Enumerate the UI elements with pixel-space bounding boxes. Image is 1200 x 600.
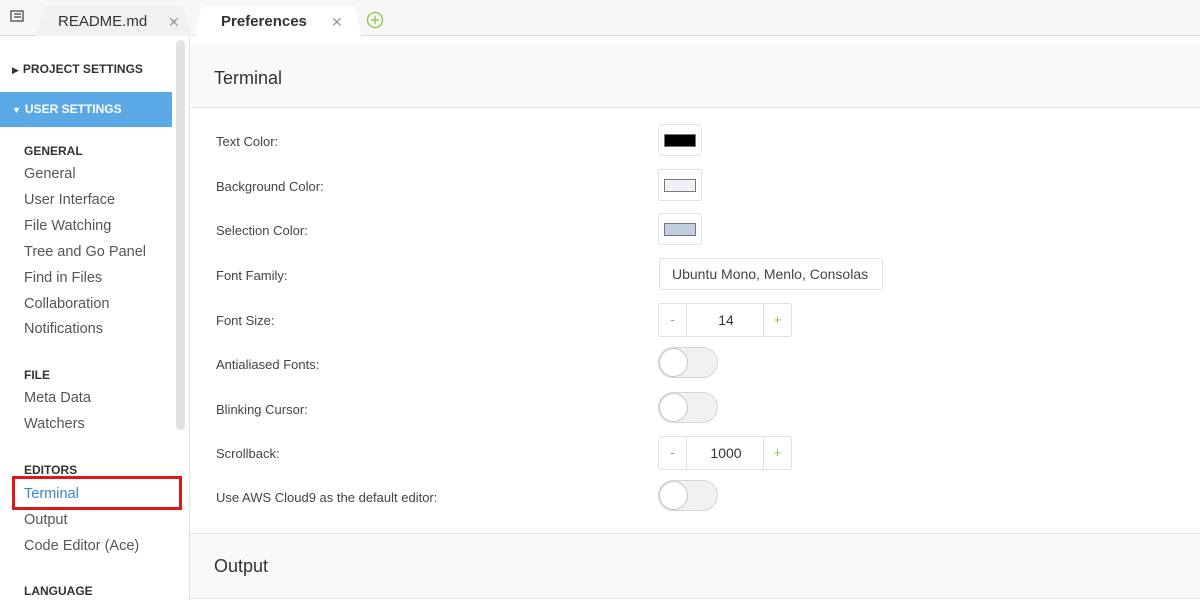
sidebar-item-tree-and-go-panel[interactable]: Tree and Go Panel (24, 244, 146, 260)
background-color-picker[interactable] (658, 169, 702, 201)
section-label: USER SETTINGS (24, 102, 122, 116)
group-heading-language: LANGUAGE (24, 584, 93, 598)
color-swatch (664, 134, 696, 147)
sidebar-item-code-editor-ace[interactable]: Code Editor (Ace) (24, 538, 139, 554)
caret-right-icon: ▶ (12, 65, 19, 75)
increment-button[interactable]: + (763, 437, 791, 469)
blinking-cursor-label: Blinking Cursor: (216, 402, 308, 417)
decrement-button[interactable]: - (659, 437, 687, 469)
tab-preferences[interactable]: Preferences ✕ (194, 6, 362, 37)
color-swatch (664, 223, 696, 236)
font-size-stepper[interactable]: - 14 + (658, 303, 792, 337)
tab-readme[interactable]: README.md ✕ (36, 6, 192, 36)
sidebar-item-find-in-files[interactable]: Find in Files (24, 270, 102, 286)
section-label: PROJECT SETTINGS (22, 62, 143, 76)
default-editor-toggle[interactable] (658, 480, 718, 511)
background-color-label: Background Color: (216, 179, 324, 194)
sidebar-scrollbar[interactable] (176, 40, 185, 430)
terminal-section-header: Terminal (190, 42, 1200, 108)
close-icon[interactable]: ✕ (168, 7, 180, 36)
sidebar-item-file-watching[interactable]: File Watching (24, 218, 111, 234)
tab-label: Preferences (221, 13, 307, 30)
selection-highlight-box (12, 476, 182, 510)
toggle-knob (659, 348, 688, 377)
antialiased-fonts-toggle[interactable] (658, 347, 718, 378)
selection-color-label: Selection Color: (216, 223, 308, 238)
font-family-input[interactable] (659, 258, 883, 290)
add-tab-icon[interactable] (366, 11, 384, 29)
scrollback-stepper[interactable]: - 1000 + (658, 436, 792, 470)
antialiased-fonts-label: Antialiased Fonts: (216, 357, 320, 372)
sidebar-item-watchers[interactable]: Watchers (24, 416, 85, 432)
section-title: Terminal (214, 68, 283, 88)
scrollback-value[interactable]: 1000 (687, 437, 765, 469)
blinking-cursor-toggle[interactable] (658, 392, 718, 423)
decrement-button[interactable]: - (659, 304, 687, 336)
preferences-content: Terminal Text Color: Background Color: S… (190, 36, 1200, 600)
sidebar-item-user-interface[interactable]: User Interface (24, 192, 115, 208)
text-color-label: Text Color: (216, 134, 279, 149)
sidebar-item-collaboration[interactable]: Collaboration (24, 296, 109, 312)
scrollback-label: Scrollback: (216, 446, 280, 461)
sidebar-item-meta-data[interactable]: Meta Data (24, 390, 91, 406)
group-heading-general: GENERAL (24, 144, 83, 158)
project-settings-section[interactable]: ▶ PROJECT SETTINGS (0, 54, 172, 84)
toggle-knob (659, 393, 688, 422)
toggle-knob (659, 481, 688, 510)
user-settings-section[interactable]: ▼ USER SETTINGS (0, 92, 172, 127)
color-swatch (664, 179, 696, 192)
preferences-sidebar: ▶ PROJECT SETTINGS ▼ USER SETTINGS GENERAL… (0, 36, 190, 600)
tab-label: README.md (58, 13, 148, 30)
font-size-value[interactable]: 14 (687, 304, 765, 336)
caret-down-icon: ▼ (12, 105, 21, 115)
font-family-label: Font Family: (216, 268, 288, 283)
increment-button[interactable]: + (763, 304, 791, 336)
group-heading-file: FILE (24, 368, 50, 382)
text-color-picker[interactable] (658, 124, 702, 156)
close-icon[interactable]: ✕ (331, 7, 343, 37)
section-title: Output (214, 556, 269, 576)
default-editor-label: Use AWS Cloud9 as the default editor: (216, 490, 438, 505)
sidebar-item-output[interactable]: Output (24, 512, 68, 528)
font-size-label: Font Size: (216, 313, 275, 328)
sidebar-item-general[interactable]: General (24, 166, 76, 182)
selection-color-picker[interactable] (658, 213, 702, 245)
tab-bar: README.md ✕ Preferences ✕ (0, 0, 1200, 37)
sidebar-item-notifications[interactable]: Notifications (24, 321, 103, 337)
group-heading-editors: EDITORS (24, 463, 78, 477)
menu-icon[interactable] (10, 9, 24, 23)
output-section-header: Output (190, 533, 1200, 599)
